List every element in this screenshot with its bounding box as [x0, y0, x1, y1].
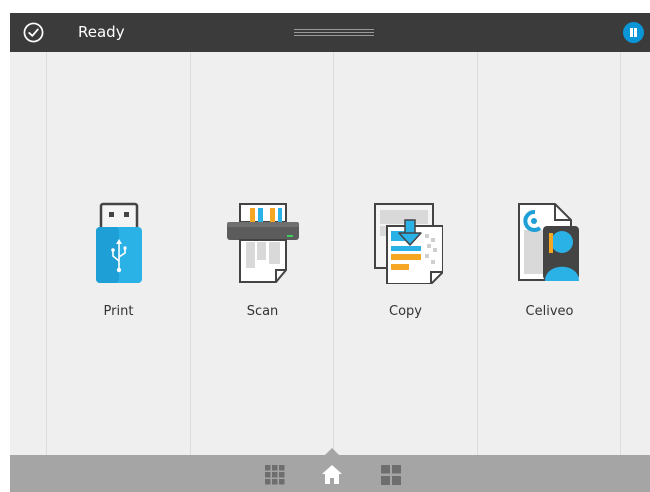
app-copy[interactable]: Copy — [334, 52, 477, 455]
copy-icon — [374, 203, 443, 284]
app-label: Print — [103, 304, 134, 319]
pause-icon[interactable] — [623, 22, 644, 43]
home-icon[interactable] — [322, 464, 342, 484]
app-grid: Print Scan Copy Celiveo — [10, 52, 650, 455]
status-text: Ready — [78, 23, 125, 41]
drag-handle-icon[interactable] — [294, 29, 374, 37]
scanner-icon — [227, 203, 299, 283]
app-label: Celiveo — [525, 304, 574, 319]
tiles-icon[interactable] — [381, 465, 401, 485]
app-scan[interactable]: Scan — [191, 52, 334, 455]
printer-screen: Ready Print Scan Copy Celiveo — [10, 13, 650, 492]
active-indicator — [325, 448, 339, 455]
app-label: Copy — [389, 304, 422, 319]
usb-drive-icon — [96, 202, 142, 283]
app-print[interactable]: Print — [47, 52, 190, 455]
check-circle-icon — [23, 22, 44, 43]
status-bar: Ready — [10, 13, 650, 52]
app-celiveo[interactable]: Celiveo — [478, 52, 621, 455]
bottom-navigation — [10, 448, 650, 492]
celiveo-icon — [518, 203, 579, 281]
apps-grid-icon[interactable] — [265, 465, 285, 485]
app-label: Scan — [246, 304, 279, 319]
